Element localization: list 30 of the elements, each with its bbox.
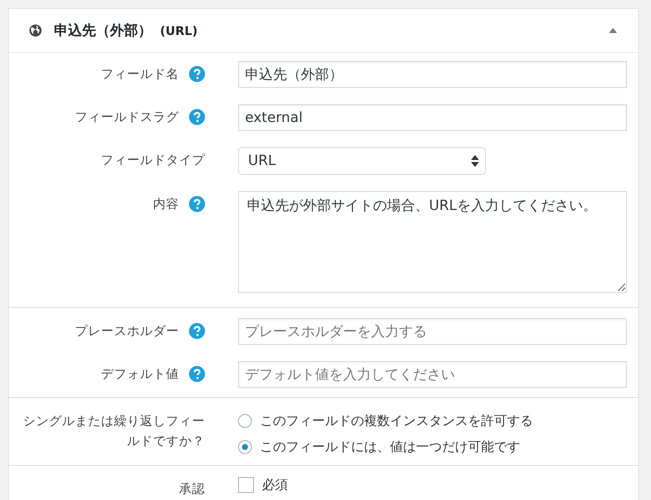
updown-arrows-icon (471, 155, 479, 167)
help-icon[interactable] (189, 66, 205, 82)
help-icon[interactable] (189, 196, 205, 212)
radio-button[interactable] (238, 440, 252, 454)
field-label: シングルまたは繰り返しフィールドですか？ (22, 412, 205, 450)
field-type-tag: (URL) (160, 24, 198, 38)
help-icon[interactable] (189, 323, 205, 339)
field-label: フィールド名 (101, 65, 179, 83)
radio-button[interactable] (238, 414, 252, 428)
checkbox-label: 必須 (262, 477, 288, 494)
text-field[interactable]: デフォルト値を入力してください (238, 361, 627, 388)
text-field[interactable]: プレースホルダーを入力する (238, 318, 627, 345)
triangle-icon (608, 27, 618, 34)
content-textarea[interactable]: 申込先が外部サイトの場合、URLを入力してください。 (238, 191, 627, 293)
field-label: プレースホルダー (75, 322, 179, 340)
text-field[interactable]: 申込先（外部） (238, 61, 627, 88)
field-label: 内容 (153, 195, 179, 213)
checkbox[interactable] (238, 477, 254, 493)
radio-label: このフィールドには、値は一つだけ可能です (260, 439, 520, 456)
globe-icon (29, 24, 42, 37)
field-label: 承認 (179, 480, 205, 498)
text-field[interactable]: external (238, 104, 627, 131)
field-label: フィールドスラグ (75, 108, 179, 126)
panel-title: 申込先（外部） (54, 22, 152, 40)
help-icon[interactable] (189, 366, 205, 382)
help-icon[interactable] (189, 109, 205, 125)
type-dropdown[interactable]: URL (238, 147, 486, 175)
field-label: フィールドタイプ (101, 151, 205, 169)
field-label: デフォルト値 (101, 365, 179, 383)
radio-label: このフィールドの複数インスタンスを許可する (260, 413, 533, 430)
